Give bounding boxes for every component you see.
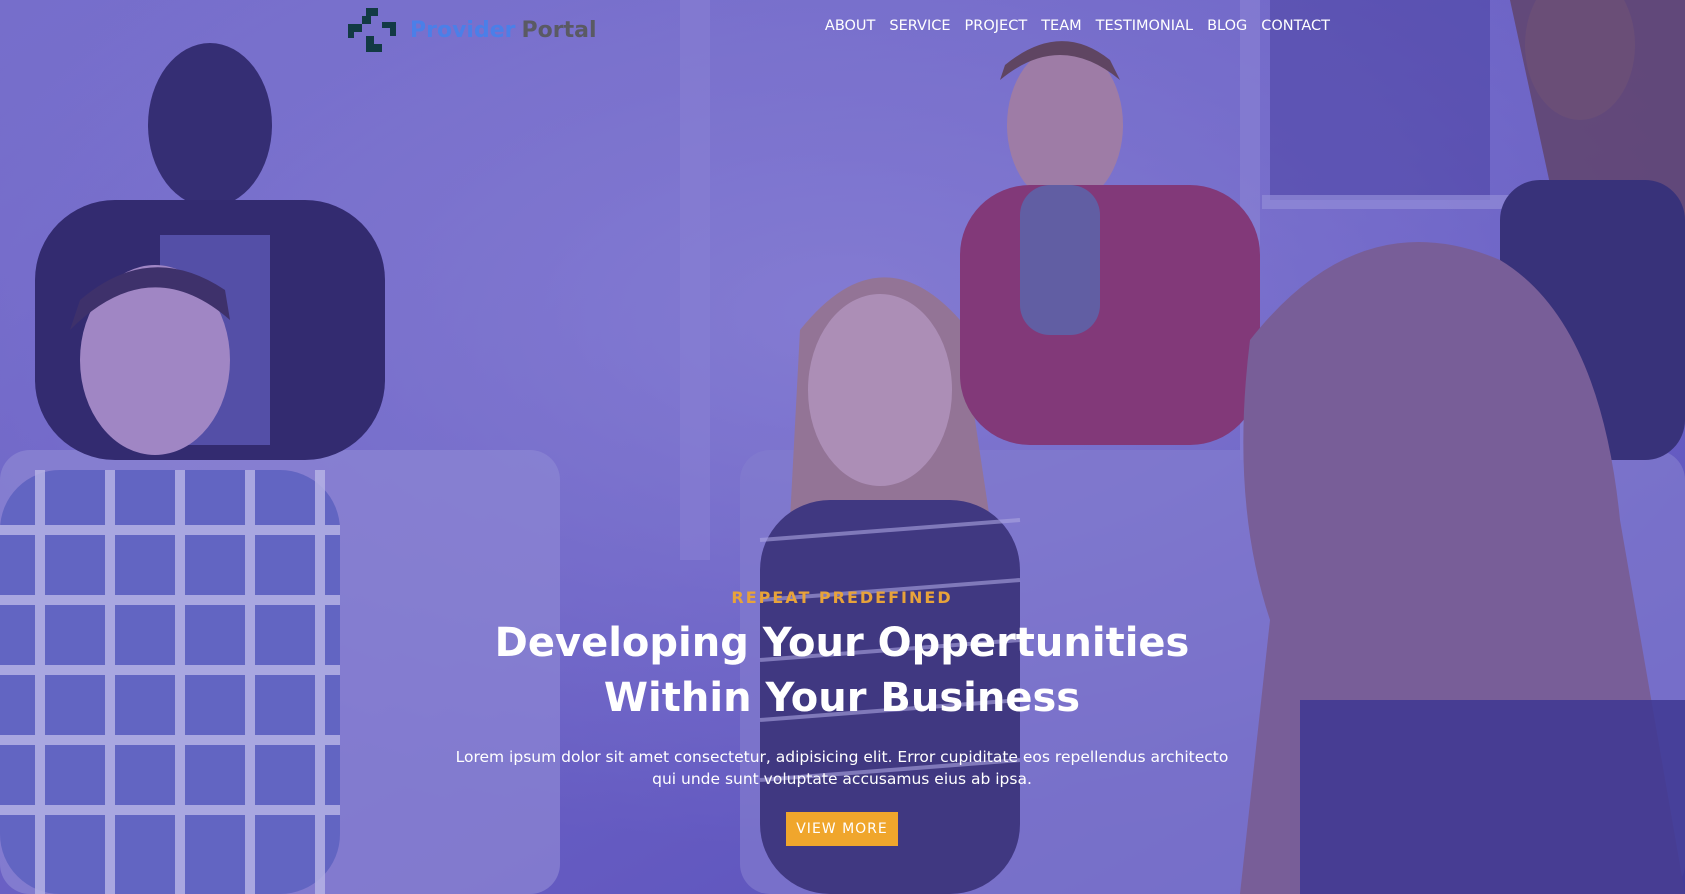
view-more-button[interactable]: VIEW MORE <box>786 812 898 846</box>
hero-description: Lorem ipsum dolor sit amet consectetur, … <box>455 748 1229 788</box>
nav-item-project[interactable]: PROJECT <box>965 18 1028 34</box>
nav-item-contact[interactable]: CONTACT <box>1261 18 1330 34</box>
nav-item-service[interactable]: SERVICE <box>889 18 950 34</box>
main-nav: ABOUT SERVICE PROJECT TEAM TESTIMONIAL B… <box>825 18 1330 34</box>
hero-title: Developing Your Oppertunities Within You… <box>494 620 1190 721</box>
hero-content: REPEAT PREDEFINED Developing Your Oppert… <box>342 588 1342 846</box>
brand-logo-link[interactable]: Provider Portal <box>348 6 597 54</box>
nav-item-about[interactable]: ABOUT <box>825 18 876 34</box>
nav-item-testimonial[interactable]: TESTIMONIAL <box>1096 18 1193 34</box>
hero-eyebrow: REPEAT PREDEFINED <box>731 588 953 607</box>
brand-name-part2: Portal <box>521 17 597 43</box>
nav-item-team[interactable]: TEAM <box>1041 18 1081 34</box>
nav-item-blog[interactable]: BLOG <box>1207 18 1247 34</box>
brand-name-part1: Provider <box>410 17 516 43</box>
hero-section: Provider Portal ABOUT SERVICE PROJECT TEA… <box>0 0 1685 894</box>
provider-cross-logo-icon <box>348 8 396 52</box>
top-navbar: Provider Portal ABOUT SERVICE PROJECT TEA… <box>0 0 1685 62</box>
brand-name: Provider Portal <box>410 18 597 43</box>
